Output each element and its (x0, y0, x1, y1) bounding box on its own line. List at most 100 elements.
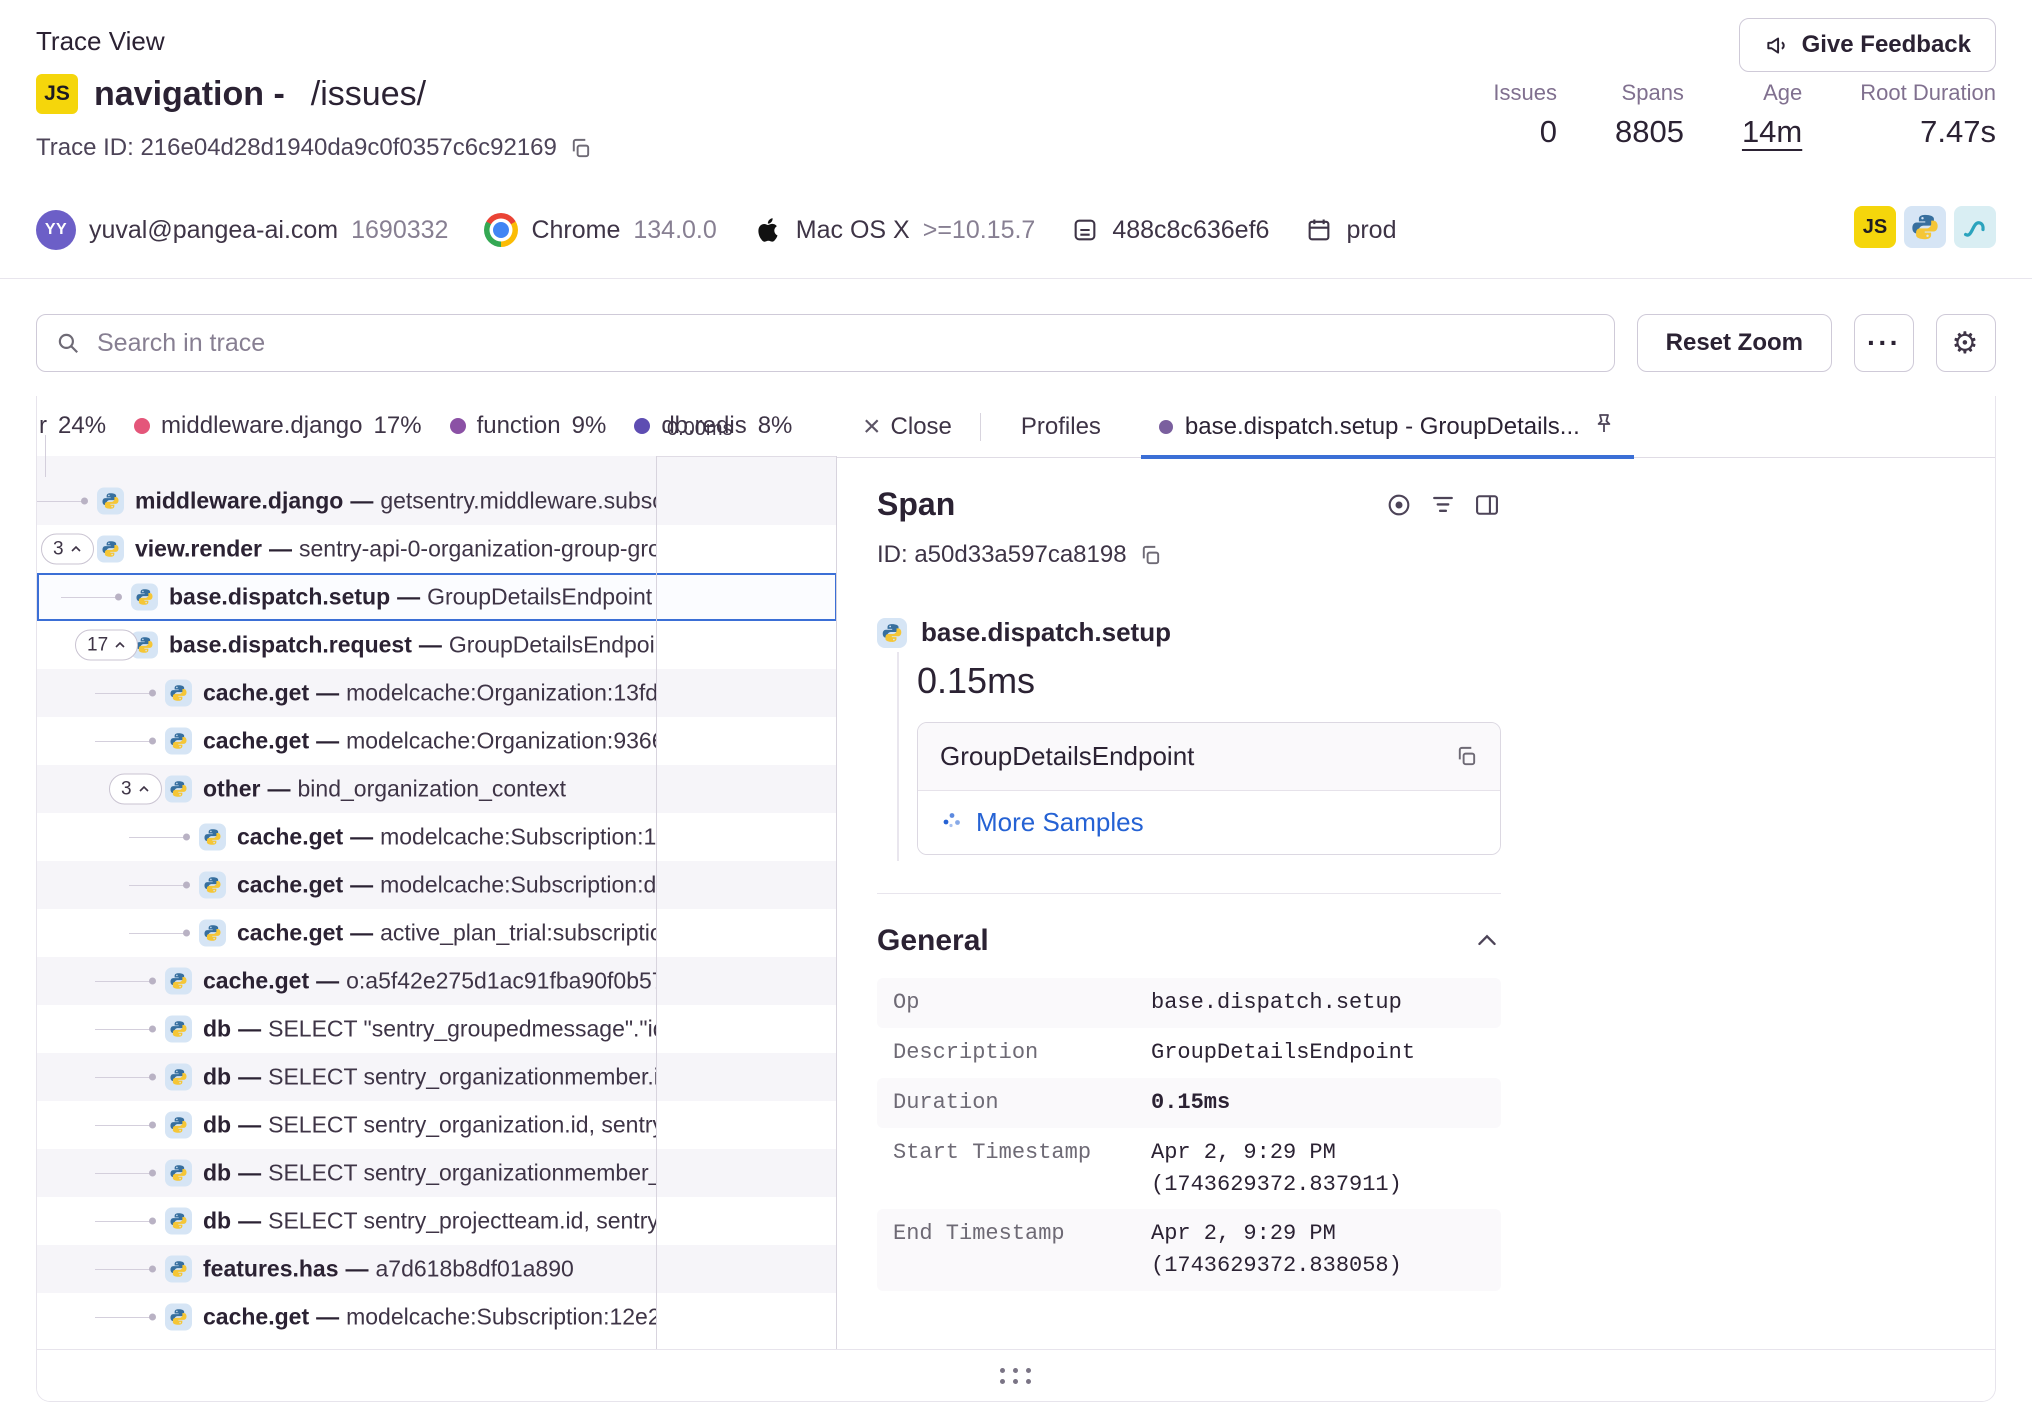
connector-dot (115, 594, 122, 601)
tree-row[interactable]: 3 view.render—sentry-api-0-organization-… (37, 525, 837, 573)
separator: — (238, 1208, 261, 1234)
python-span-icon (165, 1304, 192, 1331)
span-op: features.has (203, 1256, 339, 1282)
tree-row[interactable]: db—SELECT sentry_projectteam.id, sentry_… (37, 1197, 837, 1245)
span-desc: active_plan_trial:subscription:13461 (380, 920, 656, 946)
collapse-badge[interactable]: 17 (75, 630, 138, 661)
header-divider (0, 278, 2032, 279)
tree-row[interactable]: db—SELECT sentry_organization.id, sentry… (37, 1101, 837, 1149)
connector-line (37, 501, 83, 502)
tree-row[interactable]: db—SELECT sentry_organizationmember.id, … (37, 1053, 837, 1101)
tree-rows: middleware.django—getsentry.middleware.s… (37, 456, 837, 1341)
reset-zoom-button[interactable]: Reset Zoom (1637, 314, 1832, 372)
page-title: Trace View (36, 26, 165, 57)
legend-item[interactable]: r 24% (39, 412, 106, 440)
tree-row[interactable]: 17 base.dispatch.request—GroupDetailsEnd… (37, 621, 837, 669)
span-description: GroupDetailsEndpoint (940, 741, 1194, 772)
trace-tree-panel: r 24% middleware.django 17% function 9% … (37, 396, 837, 1349)
span-op: cache.get (237, 824, 343, 850)
tree-row[interactable]: 3 other—bind_organization_context (37, 765, 837, 813)
avatar: YY (36, 210, 76, 250)
span-op: db (203, 1160, 231, 1186)
search-input[interactable] (95, 328, 1596, 359)
tab-span-details[interactable]: base.dispatch.setup - GroupDetails... (1141, 396, 1634, 458)
tree-row[interactable]: features.has—a7d618b8df01a890 (37, 1245, 837, 1293)
tree-row-text: cache.get—modelcache:Organization:936608… (203, 728, 656, 755)
copy-span-id-button[interactable] (1139, 544, 1162, 567)
connector-dot (149, 1266, 156, 1273)
pin-icon[interactable] (1592, 411, 1616, 442)
device-id: 488c8c636ef6 (1112, 216, 1269, 245)
separator: — (350, 824, 373, 850)
split-panel-icon[interactable] (1473, 491, 1501, 519)
tree-row[interactable]: middleware.django—getsentry.middleware.s… (37, 477, 837, 525)
trace-main: r 24% middleware.django 17% function 9% … (36, 396, 1996, 1402)
span-op: db (203, 1112, 231, 1138)
connector-line (95, 981, 151, 982)
legend-item[interactable]: middleware.django 17% (134, 412, 422, 440)
span-desc: sentry-api-0-organization-group-group-de… (299, 536, 656, 562)
stat-issues: Issues 0 (1493, 80, 1557, 150)
tree-row[interactable]: cache.get—modelcache:Subscription:12e231… (37, 1293, 837, 1341)
device-icon (1071, 216, 1099, 244)
connector-dot (149, 738, 156, 745)
span-section-title: Span (877, 486, 955, 523)
span-desc: a7d618b8df01a890 (376, 1256, 574, 1282)
settings-gear-button[interactable]: ⚙ (1936, 314, 1996, 372)
tree-row[interactable]: cache.get—o:a5f42e275d1ac91fba90f0b570d1… (37, 957, 837, 1005)
timeline-left-border[interactable] (656, 456, 657, 1349)
tree-row[interactable]: base.dispatch.setup—GroupDetailsEndpoint (37, 573, 837, 621)
more-options-button[interactable]: ··· (1854, 314, 1914, 372)
span-desc: modelcache:Subscription:dd5c5b700 (380, 872, 656, 898)
tab-profiles[interactable]: Profiles (1003, 396, 1119, 458)
collapse-badge[interactable]: 3 (41, 534, 94, 565)
tree-row[interactable]: db—SELECT sentry_organizationmember_team… (37, 1149, 837, 1197)
connector-line (95, 741, 151, 742)
trace-view-page: Trace View Give Feedback JS navigation -… (0, 0, 2032, 1404)
python-span-icon (165, 1064, 192, 1091)
tree-row[interactable]: cache.get — modelcache:Subscription:12e231… (37, 813, 837, 861)
connector-line (95, 1317, 151, 1318)
separator: — (419, 632, 442, 658)
legend-pct: 9% (572, 412, 607, 440)
search-icon (55, 330, 81, 356)
timeline-right-border[interactable] (836, 456, 837, 1349)
badge-count: 17 (87, 634, 108, 656)
span-op: cache.get (203, 1304, 309, 1330)
connector-line (95, 1029, 151, 1030)
tree-row[interactable]: cache.get—modelcache:Organization:13fd28… (37, 669, 837, 717)
focus-icon[interactable] (1385, 491, 1413, 519)
copy-trace-id-button[interactable] (569, 137, 592, 160)
resize-handle[interactable] (1000, 1368, 1033, 1384)
general-row: End Timestamp Apr 2, 9:29 PM(1743629372.… (877, 1209, 1501, 1291)
tree-row-text: middleware.django—getsentry.middleware.s… (135, 488, 656, 515)
general-table: Op base.dispatch.setup Description Group… (877, 978, 1501, 1291)
separator: — (238, 1016, 261, 1042)
span-desc: modelcache:Subscription:12e231d1b (380, 824, 656, 850)
tree-row[interactable]: db—SELECT "sentry_groupedmessage"."id", … (37, 1005, 837, 1053)
tree-row[interactable]: cache.get—active_plan_trial:subscription… (37, 909, 837, 957)
tree-row-text: view.render—sentry-api-0-organization-gr… (135, 536, 656, 563)
tree-row[interactable]: cache.get—modelcache:Organization:936608… (37, 717, 837, 765)
connector-dot (81, 498, 88, 505)
span-desc: SELECT sentry_organizationmember_teams.i… (268, 1160, 656, 1186)
python-span-icon (199, 824, 226, 851)
chevron-up-icon[interactable] (1473, 927, 1501, 955)
close-drawer-button[interactable]: × Close (857, 411, 958, 443)
kv-value: GroupDetailsEndpoint (1151, 1037, 1415, 1069)
give-feedback-button[interactable]: Give Feedback (1739, 18, 1996, 72)
general-section-header[interactable]: General (877, 924, 1501, 958)
span-op: base.dispatch.setup (169, 584, 390, 610)
connector-line (95, 1269, 151, 1270)
user-meta: YY yuval@pangea-ai.com 1690332 (36, 210, 448, 250)
more-samples-link[interactable]: More Samples (976, 807, 1144, 838)
flamegraph-icon[interactable] (1429, 491, 1457, 519)
more-samples-row[interactable]: More Samples (918, 791, 1500, 854)
collapse-badge[interactable]: 3 (109, 774, 162, 805)
copy-description-button[interactable] (1455, 745, 1478, 768)
badge-count: 3 (53, 538, 64, 560)
copy-icon (1455, 745, 1478, 768)
legend-item[interactable]: function 9% (450, 412, 607, 440)
tree-row[interactable]: cache.get—modelcache:Subscription:dd5c5b… (37, 861, 837, 909)
section-divider (877, 893, 1501, 894)
